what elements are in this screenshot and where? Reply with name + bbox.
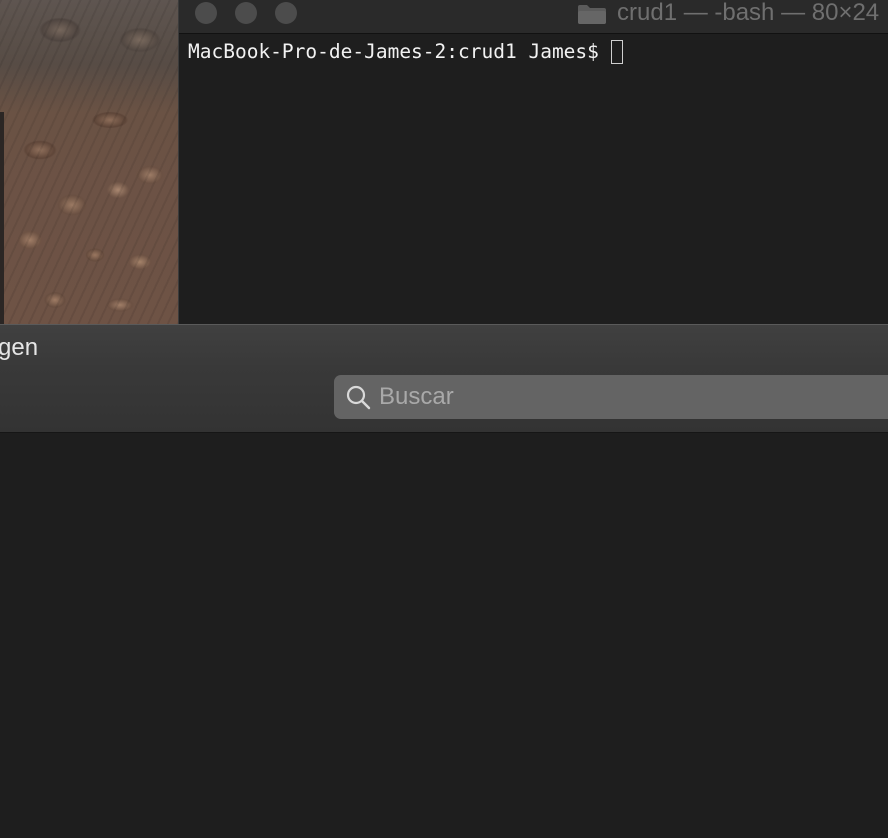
screen: crud1 — -bash — 80×24 MacBook-Pro-de-Jam… (0, 0, 888, 838)
search-field[interactable] (334, 375, 888, 419)
terminal-window[interactable]: crud1 — -bash — 80×24 MacBook-Pro-de-Jam… (178, 0, 888, 324)
text-cursor (610, 40, 623, 64)
terminal-title: crud1 — -bash — 80×24 (577, 0, 879, 27)
app-window: gen (0, 324, 888, 838)
folder-icon (577, 3, 607, 24)
background-window-edge (0, 112, 4, 324)
app-toolbar: gen (0, 324, 888, 433)
close-window-button[interactable] (195, 2, 217, 24)
terminal-titlebar[interactable]: crud1 — -bash — 80×24 (179, 0, 888, 34)
minimize-window-button[interactable] (235, 2, 257, 24)
terminal-title-text: crud1 — -bash — 80×24 (617, 0, 880, 26)
shell-prompt: MacBook-Pro-de-James-2:crud1 James$ (188, 40, 599, 63)
search-input[interactable] (371, 377, 888, 417)
terminal-output[interactable]: MacBook-Pro-de-James-2:crud1 James$ (188, 38, 623, 66)
desktop-wallpaper (0, 0, 178, 324)
window-title: gen (0, 334, 39, 361)
search-icon (345, 384, 371, 410)
zoom-window-button[interactable] (275, 2, 297, 24)
